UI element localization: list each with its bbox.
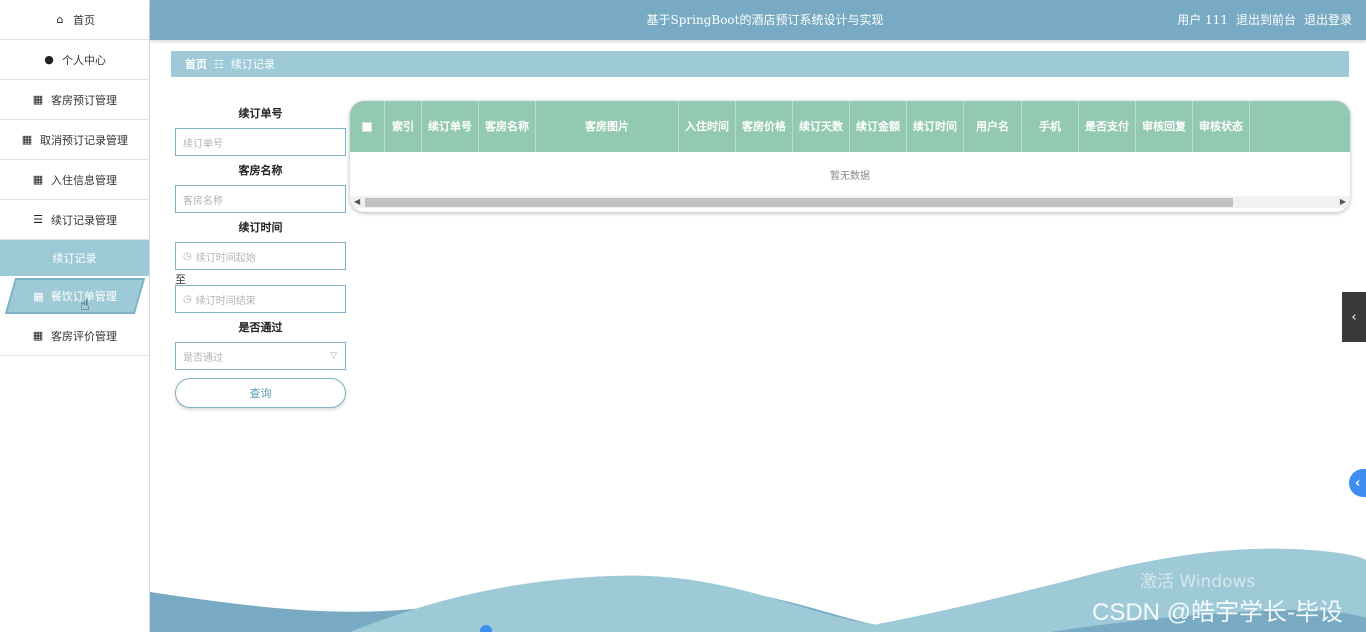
list-icon: ☰ bbox=[33, 213, 43, 226]
scroll-left-arrow-icon[interactable]: ◀ bbox=[354, 197, 360, 206]
back-to-front-link[interactable]: 退出到前台 bbox=[1236, 11, 1296, 28]
clock-icon: ◷ bbox=[183, 250, 192, 262]
sidebar-subitem-renewal-records[interactable]: 续订记录 bbox=[0, 240, 149, 276]
breadcrumb-separator-icon: ☷ bbox=[214, 57, 224, 71]
clock-icon: ◷ bbox=[183, 293, 192, 305]
time-start-placeholder: 续订时间起始 bbox=[195, 252, 256, 264]
sidebar-item-home[interactable]: ⌂ 首页 bbox=[0, 0, 149, 40]
empty-state-text: 暂无数据 bbox=[830, 171, 870, 182]
passed-select[interactable]: 是否通过 ▽ bbox=[175, 342, 346, 370]
room-name-label: 客房名称 bbox=[238, 164, 283, 177]
records-table: 索引 续订单号 客房名称 客房图片 入住时间 客房价格 续订天数 续订金额 续订… bbox=[350, 101, 1350, 212]
time-end-placeholder: 续订时间结束 bbox=[195, 295, 256, 307]
select-all-checkbox[interactable] bbox=[362, 121, 372, 132]
column-header: 手机 bbox=[1022, 101, 1079, 152]
floating-toggle-button[interactable]: ‹ bbox=[1349, 469, 1366, 497]
sidebar-item-label: 续订记录管理 bbox=[51, 213, 117, 227]
room-name-input[interactable]: 客房名称 bbox=[175, 185, 346, 213]
order-no-input[interactable]: 续订单号 bbox=[175, 128, 346, 156]
column-header: 客房名称 bbox=[479, 101, 536, 152]
logout-link[interactable]: 退出登录 bbox=[1304, 11, 1352, 28]
select-all-checkbox-cell[interactable] bbox=[350, 101, 385, 152]
sidebar: ⌂ 首页 ● 个人中心 ▦ 客房预订管理 ▦ 取消预订记录管理 ▦ 入住信息管理… bbox=[0, 0, 150, 632]
filter-form: 续订单号 续订单号 客房名称 客房名称 续订时间 ◷ 续订时间起始 至 ◷ 续订… bbox=[175, 106, 346, 408]
sidebar-subitem-label: 续订记录 bbox=[52, 252, 97, 265]
grid-icon: ▦ bbox=[32, 173, 44, 186]
windows-activation-watermark: 激活 Windows bbox=[1140, 572, 1256, 592]
time-start-input[interactable]: ◷ 续订时间起始 bbox=[175, 242, 346, 270]
breadcrumb-current: 续订记录 bbox=[230, 58, 275, 71]
grid-icon: ▦ bbox=[32, 329, 44, 342]
column-header: 用户名 bbox=[964, 101, 1022, 152]
passed-label: 是否通过 bbox=[238, 321, 283, 334]
column-header: 入住时间 bbox=[679, 101, 736, 152]
home-icon: ⌂ bbox=[56, 13, 64, 26]
order-no-label: 续订单号 bbox=[238, 107, 283, 120]
column-header: 是否支付 bbox=[1079, 101, 1136, 152]
column-header: 审核状态 bbox=[1193, 101, 1250, 152]
sidebar-item-label: 客房预订管理 bbox=[51, 93, 117, 107]
sidebar-item-renewal-management[interactable]: ☰ 续订记录管理 bbox=[0, 200, 149, 240]
chevron-left-icon: ‹ bbox=[1351, 309, 1357, 325]
scrollbar-thumb[interactable] bbox=[365, 198, 1233, 207]
column-header: 续订金额 bbox=[850, 101, 907, 152]
sidebar-item-label: 取消预订记录管理 bbox=[40, 133, 128, 147]
range-to-label: 至 bbox=[175, 273, 186, 286]
hand-cursor-icon: ☝ bbox=[80, 295, 90, 314]
chevron-left-icon: ‹ bbox=[1355, 475, 1361, 491]
user-label: 用户 111 bbox=[1177, 13, 1228, 27]
user-icon: ● bbox=[44, 53, 54, 66]
collapse-panel-tab[interactable]: ‹ bbox=[1342, 292, 1366, 342]
room-name-placeholder: 客房名称 bbox=[183, 195, 223, 207]
order-no-placeholder: 续订单号 bbox=[183, 138, 223, 150]
time-end-input[interactable]: ◷ 续订时间结束 bbox=[175, 285, 346, 313]
sidebar-item-profile[interactable]: ● 个人中心 bbox=[0, 40, 149, 80]
column-header: 续订天数 bbox=[793, 101, 850, 152]
sidebar-item-label: 首页 bbox=[73, 13, 95, 27]
breadcrumb-home[interactable]: 首页 bbox=[185, 56, 207, 72]
sidebar-item-room-reviews[interactable]: ▦ 客房评价管理 bbox=[0, 316, 149, 356]
sidebar-item-label: 个人中心 bbox=[62, 53, 106, 67]
query-button[interactable]: 查询 bbox=[175, 378, 346, 408]
csdn-watermark: CSDN @皓宇学长-毕设 bbox=[1092, 599, 1344, 626]
column-header: 续订单号 bbox=[422, 101, 479, 152]
column-header-operations bbox=[1250, 101, 1350, 152]
column-header: 续订时间 bbox=[907, 101, 964, 152]
column-header: 索引 bbox=[385, 101, 422, 152]
table-header: 索引 续订单号 客房名称 客房图片 入住时间 客房价格 续订天数 续订金额 续订… bbox=[350, 101, 1350, 152]
grid-icon: ▦ bbox=[33, 289, 44, 303]
sidebar-item-dining-orders[interactable]: ▦ 餐饮订单管理 bbox=[0, 276, 149, 316]
horizontal-scrollbar[interactable]: ◀ ▶ bbox=[350, 196, 1350, 208]
grid-icon: ▦ bbox=[21, 133, 33, 146]
breadcrumb: 首页 ☷ 续订记录 bbox=[171, 51, 1349, 77]
column-header: 审核回复 bbox=[1136, 101, 1193, 152]
top-header: 基于SpringBoot的酒店预订系统设计与实现 用户 111 退出到前台 退出… bbox=[150, 0, 1366, 40]
sidebar-item-label: 入住信息管理 bbox=[51, 173, 117, 187]
sidebar-item-label: 客房评价管理 bbox=[51, 329, 117, 343]
renewal-time-label: 续订时间 bbox=[238, 221, 283, 234]
sidebar-item-cancel-records[interactable]: ▦ 取消预订记录管理 bbox=[0, 120, 149, 160]
scroll-right-arrow-icon[interactable]: ▶ bbox=[1340, 197, 1346, 206]
grid-icon: ▦ bbox=[32, 93, 44, 106]
sidebar-item-checkin[interactable]: ▦ 入住信息管理 bbox=[0, 160, 149, 200]
column-header: 客房图片 bbox=[536, 101, 679, 152]
sidebar-item-room-booking[interactable]: ▦ 客房预订管理 bbox=[0, 80, 149, 120]
chevron-down-icon: ▽ bbox=[330, 351, 337, 361]
passed-placeholder: 是否通过 bbox=[183, 352, 223, 364]
column-header: 客房价格 bbox=[736, 101, 793, 152]
